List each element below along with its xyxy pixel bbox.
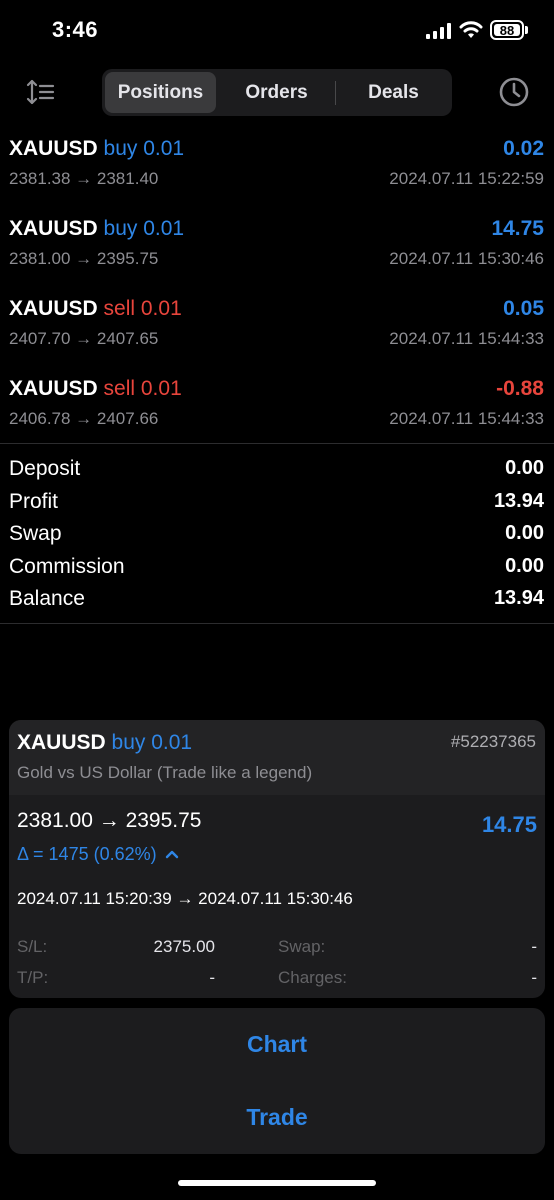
summary-label: Deposit bbox=[9, 457, 81, 480]
position-date: 2024.07.11 15:44:33 bbox=[389, 329, 544, 348]
tp-label: T/P: bbox=[17, 968, 49, 987]
position-symbol: XAUUSD bbox=[9, 377, 98, 400]
segmented-tabs: Positions Orders Deals bbox=[102, 69, 452, 116]
charges-value: - bbox=[531, 968, 537, 987]
position-row[interactable]: XAUUSD sell 0.01 2407.70 → 2407.65 0.05 … bbox=[0, 291, 554, 371]
detail-header: XAUUSD buy 0.01 #52237365 Gold vs US Dol… bbox=[9, 720, 545, 795]
battery-icon: 88 bbox=[490, 20, 524, 40]
position-symbol: XAUUSD bbox=[9, 137, 98, 160]
position-detail-card: XAUUSD buy 0.01 #52237365 Gold vs US Dol… bbox=[9, 720, 545, 998]
action-sheet: Chart Trade bbox=[9, 1008, 545, 1154]
position-date: 2024.07.11 15:44:33 bbox=[389, 409, 544, 428]
position-prices: 2407.70 → 2407.65 bbox=[9, 329, 159, 348]
detail-ticket: #52237365 bbox=[450, 732, 536, 751]
position-side: buy 0.01 bbox=[103, 217, 185, 240]
position-date: 2024.07.11 15:22:59 bbox=[389, 169, 544, 188]
positions-list: XAUUSD buy 0.01 2381.38 → 2381.40 0.02 2… bbox=[0, 131, 554, 451]
detail-symbol: XAUUSD bbox=[17, 731, 106, 754]
swap-label: Swap: bbox=[278, 937, 326, 956]
tab-deals[interactable]: Deals bbox=[338, 72, 449, 113]
position-profit: -0.88 bbox=[496, 377, 544, 400]
position-symbol: XAUUSD bbox=[9, 297, 98, 320]
summary-label: Balance bbox=[9, 587, 85, 611]
tab-orders[interactable]: Orders bbox=[220, 72, 333, 113]
summary-value: 13.94 bbox=[493, 489, 544, 512]
position-row[interactable]: XAUUSD buy 0.01 2381.00 → 2395.75 14.75 … bbox=[0, 211, 554, 291]
tab-positions[interactable]: Positions bbox=[105, 72, 216, 113]
summary-row: Profit 13.94 bbox=[0, 486, 554, 519]
wifi-icon bbox=[459, 21, 483, 38]
summary-value: 0.00 bbox=[505, 554, 544, 577]
summary-value: 0.00 bbox=[505, 522, 544, 545]
detail-times: 2024.07.11 15:20:39 → 2024.07.11 15:30:4… bbox=[17, 889, 353, 908]
position-prices: 2406.78 → 2407.66 bbox=[9, 409, 159, 428]
chart-button[interactable]: Chart bbox=[9, 1008, 545, 1081]
sl-label: S/L: bbox=[17, 937, 48, 956]
position-symbol: XAUUSD bbox=[9, 217, 98, 240]
cellular-signal-icon bbox=[426, 23, 451, 39]
divider bbox=[0, 623, 554, 624]
sl-value: 2375.00 bbox=[153, 937, 215, 956]
position-side: sell 0.01 bbox=[103, 297, 182, 320]
status-bar: 3:46 88 bbox=[0, 0, 554, 60]
summary-row: Commission 0.00 bbox=[0, 551, 554, 584]
summary-value: 13.94 bbox=[493, 587, 544, 610]
summary-row: Balance 13.94 bbox=[0, 583, 554, 616]
detail-delta-text: Δ = 1475 (0.62%) bbox=[17, 844, 157, 864]
battery-level: 88 bbox=[499, 22, 515, 38]
summary-label: Swap bbox=[9, 522, 62, 546]
clock-icon[interactable] bbox=[498, 76, 530, 108]
home-indicator[interactable] bbox=[178, 1180, 376, 1186]
summary-label: Profit bbox=[9, 489, 59, 513]
account-summary: Deposit 0.00 Profit 13.94 Swap 0.00 Comm… bbox=[0, 453, 554, 616]
position-side: buy 0.01 bbox=[103, 137, 185, 160]
position-prices: 2381.00 → 2395.75 bbox=[9, 249, 159, 268]
summary-row: Deposit 0.00 bbox=[0, 453, 554, 486]
position-profit: 0.05 bbox=[503, 297, 544, 320]
position-row[interactable]: XAUUSD buy 0.01 2381.38 → 2381.40 0.02 2… bbox=[0, 131, 554, 211]
position-prices: 2381.38 → 2381.40 bbox=[9, 169, 159, 188]
detail-prices: 2381.00 → 2395.75 bbox=[17, 809, 202, 832]
swap-value: - bbox=[531, 937, 537, 956]
position-row[interactable]: XAUUSD sell 0.01 2406.78 → 2407.66 -0.88… bbox=[0, 371, 554, 451]
charges-label: Charges: bbox=[278, 968, 347, 987]
position-date: 2024.07.11 15:30:46 bbox=[389, 249, 544, 268]
detail-delta[interactable]: Δ = 1475 (0.62%) bbox=[17, 844, 179, 865]
summary-value: 0.00 bbox=[505, 457, 544, 479]
divider bbox=[0, 443, 554, 444]
status-time: 3:46 bbox=[52, 17, 99, 42]
chevron-up-icon bbox=[165, 850, 178, 859]
position-profit: 0.02 bbox=[503, 137, 544, 160]
tp-value: - bbox=[209, 968, 215, 987]
trade-button[interactable]: Trade bbox=[9, 1081, 545, 1154]
position-side: sell 0.01 bbox=[103, 377, 182, 400]
position-profit: 14.75 bbox=[491, 217, 544, 240]
summary-label: Commission bbox=[9, 554, 125, 578]
sort-lines-icon[interactable] bbox=[26, 78, 56, 106]
detail-side: buy 0.01 bbox=[111, 731, 193, 754]
detail-profit: 14.75 bbox=[481, 812, 537, 837]
summary-row: Swap 0.00 bbox=[0, 518, 554, 551]
detail-description: Gold vs US Dollar (Trade like a legend) bbox=[17, 763, 313, 782]
